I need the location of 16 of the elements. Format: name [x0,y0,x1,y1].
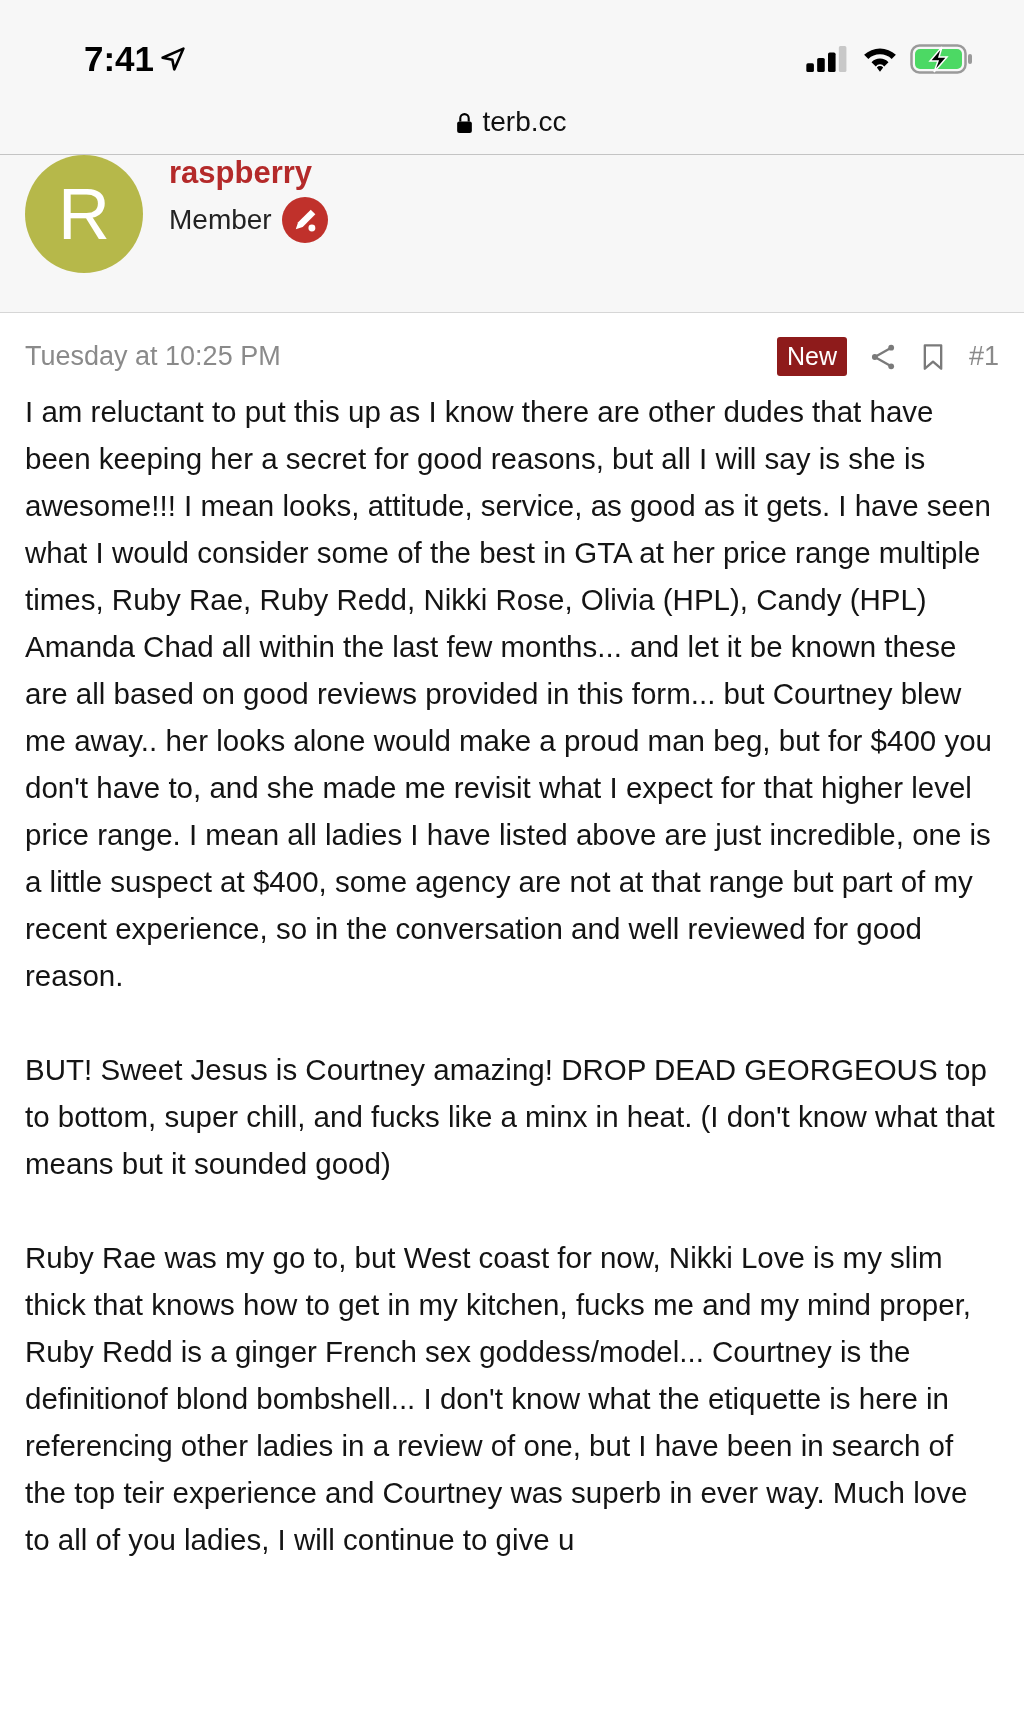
lock-icon [457,111,473,133]
pencil-badge-icon [281,197,328,243]
new-badge: New [776,337,847,376]
url-text[interactable]: terb.cc [482,106,567,138]
location-arrow-icon [160,46,187,72]
username-link[interactable]: raspberry [169,155,328,191]
post-date[interactable]: Tuesday at 10:25 PM [25,341,281,372]
post-paragraph: I am reluctant to put this up as I know there are other dudes that have been keeping her a secret for good reasons, but all I will say is she is awesome!!! I mean looks, attitude, service, as good as it gets. I have seen what I would consider some of the best in GTA at her price range multiple times, Ruby Rae, Ruby Redd, Nikki Rose, Olivia (HPL), Candy (HPL) Amanda Chad all within the last few months... and let it be known these are all based on good reviews provided in this form... but Courtney blew me away.. her looks alone would make a proud man beg, but for $400 you don't have to, and she made me revisit what I expect for that higher level price range. I mean all ladies I have listed above are just incredible, one is a little suspect at $400, some agency are not at that range but part of my recent experience, so in the conversation and well reviewed for good reason. [25,394,993,994]
post-paragraph: Ruby Rae was my go to, but West coast for now, Nikki Love is my slim thick that knows how to get in my kitchen, fucks me and my mind proper, Ruby Redd is a ginger French sex goddess/model... Courtney is the definitionof blond bombshell... I don't know what the etiquette is here in referencing other ladies in a review of one, but I have been in search of the top teir experience and Courtney was superb in ever way. Much love to all of you ladies, I will continue to give u [25,1240,973,1558]
wifi-icon [862,46,898,72]
post-paragraph: BUT! Sweet Jesus is Courtney amazing! DROP DEAD GEORGEOUS top to bottom, super chill, and fucks like a minx in heat. (I don't know what that means but it sounded good) [25,1052,996,1182]
clock-time: 7:41 [84,39,155,79]
user-role: Member [169,204,272,236]
post-number-link[interactable]: #1 [968,341,999,372]
avatar: R [25,155,143,273]
battery-charging-icon [910,44,974,74]
